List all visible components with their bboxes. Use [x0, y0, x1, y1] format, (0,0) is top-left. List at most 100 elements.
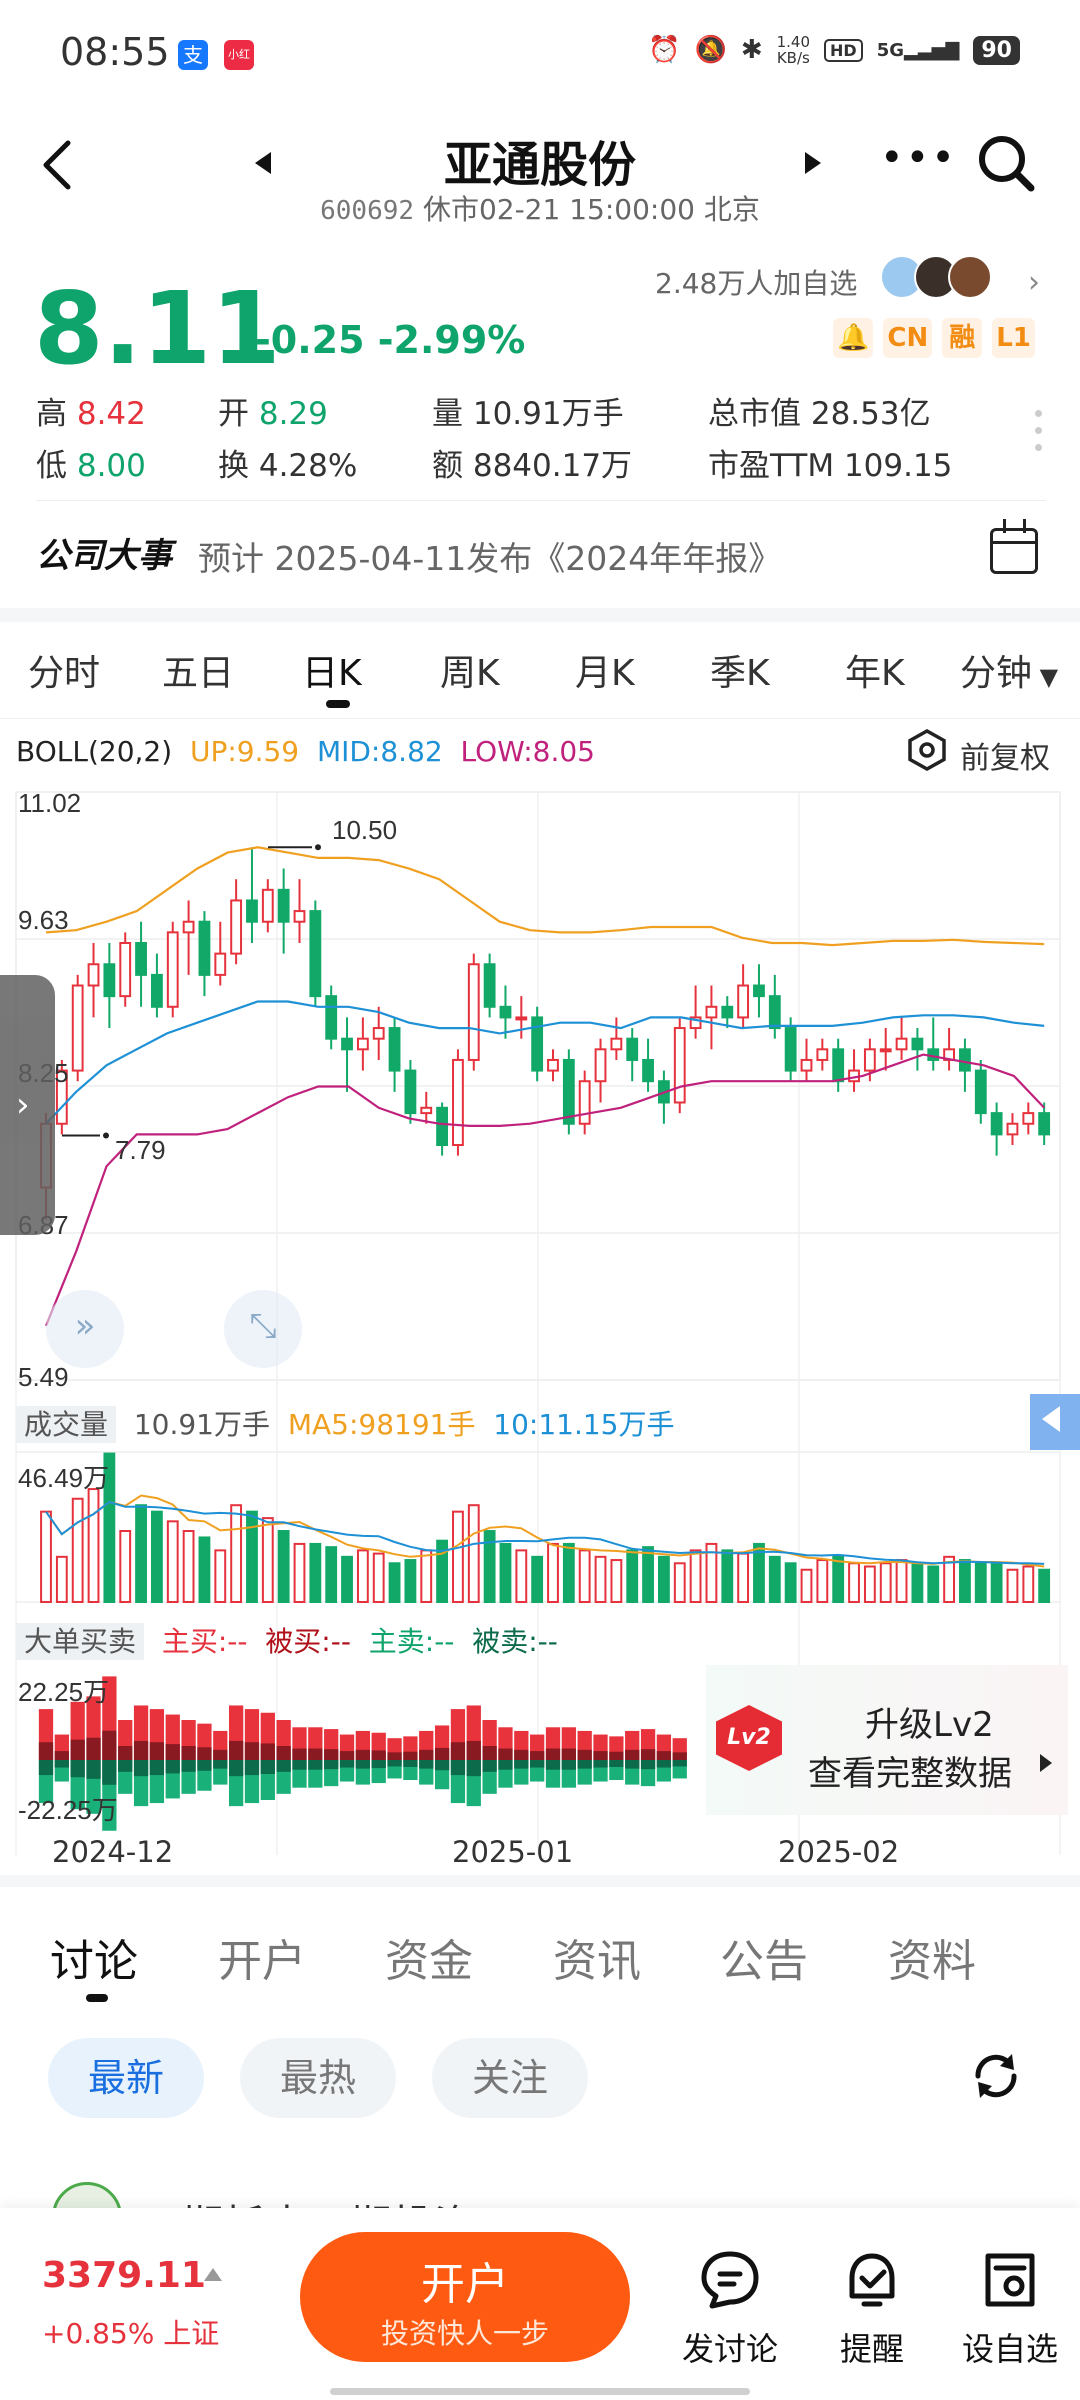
chevron-right-icon[interactable]: ›	[1028, 265, 1040, 300]
settings-hexagon-icon[interactable]	[905, 728, 949, 772]
more-icon[interactable]: •••	[880, 135, 957, 181]
candle-body	[420, 1106, 433, 1115]
volume-bar	[562, 1542, 575, 1603]
volume-bar	[309, 1542, 322, 1603]
passive-sell-bar	[118, 1760, 133, 1772]
battery-icon: 90	[973, 35, 1020, 65]
stat-turnover: 换 4.28%	[218, 448, 358, 484]
expand-stats-icon[interactable]	[1035, 410, 1043, 460]
calendar-icon[interactable]	[990, 519, 1038, 574]
passive-sell-bar	[593, 1760, 608, 1768]
post-discussion-button[interactable]: 发讨论	[675, 2248, 785, 2368]
search-icon[interactable]	[975, 132, 1039, 196]
lv2-title[interactable]: 升级Lv2	[865, 1697, 994, 1746]
passive-buy-bar	[656, 1751, 672, 1760]
passive-sell-bar	[625, 1760, 640, 1769]
volume-bar	[1038, 1568, 1051, 1603]
company-events-label[interactable]: 公司大事	[36, 528, 172, 577]
candle-body	[277, 888, 290, 923]
alert-button[interactable]: 提醒	[817, 2248, 927, 2368]
back-arrow-icon[interactable]	[38, 135, 78, 195]
candle-body	[309, 910, 322, 998]
passive-buy-bar	[292, 1748, 307, 1760]
tab-monthly-k[interactable]: 月K	[575, 644, 635, 696]
avatar	[948, 255, 992, 299]
status-time: 08:55	[60, 30, 170, 74]
big-orders-y-min: -22.25万	[18, 1795, 118, 1825]
open-account-label[interactable]: 开户	[300, 2248, 630, 2312]
add-watchlist-button[interactable]: 设自选	[955, 2248, 1065, 2368]
hd-icon: HD	[824, 38, 863, 62]
collapse-panel-button[interactable]	[1030, 1394, 1080, 1450]
index-change[interactable]: +0.85% 上证	[42, 2312, 219, 2352]
tab-profile[interactable]: 资料	[888, 1925, 976, 1989]
candle-body	[436, 1106, 449, 1147]
filter-hot[interactable]: 最热	[240, 2038, 396, 2118]
volume-bar	[911, 1562, 924, 1603]
open-account-sub[interactable]: 投资快人一步	[300, 2312, 630, 2352]
tab-discussion[interactable]: 讨论	[50, 1925, 138, 1989]
follower-count[interactable]: 2.48万人加自选	[655, 262, 857, 302]
expand-chart-button[interactable]: ⤡	[224, 1290, 302, 1368]
index-value[interactable]: 3379.11	[42, 2255, 206, 2296]
passive-sell-bar	[450, 1760, 466, 1776]
volume-bar	[1006, 1568, 1019, 1603]
volume-bar	[721, 1549, 734, 1603]
tab-minute[interactable]: 分钟 ▼	[960, 644, 1058, 696]
current-price: 8.11	[34, 270, 281, 387]
period-tabs: 分时 五日 日K 周K 月K 季K 年K 分钟 ▼	[0, 622, 1080, 712]
next-stock-icon[interactable]	[805, 152, 821, 174]
refresh-icon[interactable]	[966, 2046, 1026, 2106]
margin-badge: 融	[942, 318, 983, 358]
boll-legend[interactable]: BOLL(20,2) UP:9.59 MID:8.82 LOW:8.05	[16, 735, 595, 768]
tab-five-day[interactable]: 五日	[162, 644, 234, 696]
passive-buy-bar	[355, 1749, 371, 1760]
volume-bar	[71, 1497, 84, 1604]
play-arrow-icon[interactable]	[1040, 1754, 1052, 1772]
passive-sell-bar	[434, 1760, 450, 1771]
candle-body	[1006, 1122, 1019, 1136]
tab-announcements[interactable]: 公告	[720, 1925, 808, 1989]
tab-funds[interactable]: 资金	[385, 1925, 473, 1989]
main-sell: 主卖:--	[368, 1625, 455, 1658]
passive-buy-bar	[276, 1746, 291, 1760]
filter-latest[interactable]: 最新	[48, 2038, 204, 2118]
passive-sell-bar	[387, 1760, 402, 1767]
filter-following[interactable]: 关注	[432, 2038, 588, 2118]
passive-sell-bar	[498, 1760, 513, 1770]
volume-bar	[832, 1555, 845, 1603]
tab-intraday[interactable]: 分时	[28, 644, 100, 696]
fast-forward-button[interactable]: »	[46, 1290, 124, 1368]
company-event-text[interactable]: 预计 2025-04-11发布《2024年年报》	[198, 532, 781, 580]
tab-news[interactable]: 资讯	[553, 1925, 641, 1989]
stat-pe: 市盈TTM 109.15	[708, 448, 953, 484]
tab-quarterly-k[interactable]: 季K	[710, 644, 770, 696]
candle-body	[768, 995, 781, 1030]
passive-sell-bar	[228, 1760, 244, 1777]
add-watchlist-label: 设自选	[961, 2330, 1058, 2368]
stat-high: 高 8.42	[36, 396, 146, 432]
passive-sell-bar	[197, 1760, 212, 1771]
previous-stock-icon[interactable]	[255, 152, 271, 174]
volume-legend[interactable]: 成交量 10.91万手 MA5:98191手 10:11.15万手	[16, 1403, 675, 1443]
tab-yearly-k[interactable]: 年K	[845, 644, 905, 696]
volume-bar	[578, 1549, 591, 1603]
tab-open-account[interactable]: 开户	[218, 1925, 306, 1989]
big-orders-legend[interactable]: 大单买卖 主买:-- 被买:-- 主卖:-- 被卖:--	[16, 1620, 558, 1660]
lv2-subtitle[interactable]: 查看完整数据	[808, 1746, 1012, 1795]
tab-weekly-k[interactable]: 周K	[440, 644, 500, 696]
passive-sell-bar	[70, 1760, 85, 1778]
candle-body	[135, 941, 147, 976]
follower-avatars[interactable]	[880, 255, 1020, 301]
passive-sell-bar	[38, 1760, 54, 1776]
volume-bar	[515, 1549, 528, 1603]
volume-bar	[119, 1530, 132, 1603]
price-adjust-toggle[interactable]: 前复权	[960, 733, 1050, 777]
tab-daily-k[interactable]: 日K	[302, 644, 362, 696]
candle-body	[198, 920, 211, 976]
candle-body	[1038, 1112, 1051, 1136]
x-label-dec: 2024-12	[52, 1835, 174, 1869]
side-panel-toggle[interactable]: ›	[0, 975, 55, 1235]
volume-value: 10.91万手	[133, 1408, 270, 1441]
bell-icon[interactable]: 🔔	[833, 318, 874, 358]
